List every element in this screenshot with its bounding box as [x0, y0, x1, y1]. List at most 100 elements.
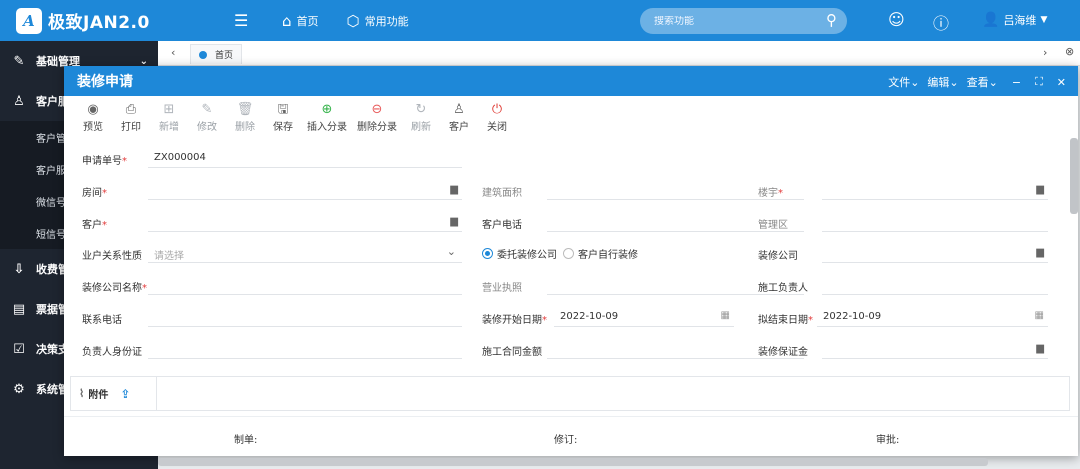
search-box: ⚲	[640, 8, 847, 34]
chevron-right-icon[interactable]: ›	[1043, 46, 1047, 59]
deposit-field[interactable]: ▆	[822, 341, 1048, 359]
modify-button[interactable]: ✎ 修改	[188, 102, 226, 138]
help-icon[interactable]: ⓘ	[933, 10, 949, 34]
tool-label: 插入分录	[307, 122, 347, 133]
dialog-footer: 制单: 修订: 审批:	[64, 416, 1078, 456]
user-icon: 👤	[982, 12, 1000, 28]
download-icon: ⇩	[13, 261, 25, 277]
user-name: 吕海维	[1003, 14, 1037, 27]
folder-icon[interactable]: ▆	[1036, 184, 1044, 195]
eye-icon: ◉	[87, 102, 99, 117]
license-label: 营业执照	[482, 283, 522, 294]
delete-entry-button[interactable]: ⊖ 删除分录	[352, 102, 402, 138]
customer-button[interactable]: ♙ 客户	[440, 102, 478, 138]
vertical-scrollbar[interactable]	[1070, 138, 1078, 214]
app-logo[interactable]: A 极致JAN2.0	[16, 7, 206, 34]
close-icon[interactable]: ✕	[1057, 76, 1066, 89]
end-date-field[interactable]: 2022-10-09 ▦	[817, 309, 1048, 327]
contact-phone-field[interactable]	[148, 309, 462, 327]
chevron-down-icon: ⌄	[139, 55, 148, 67]
customer-phone-label: 客户电话	[482, 220, 522, 231]
manage-area-field[interactable]	[822, 214, 1048, 232]
manage-area-label: 管理区	[758, 220, 788, 231]
close-button[interactable]: ⏻ 关闭	[478, 102, 516, 138]
radio-company[interactable]	[482, 248, 493, 259]
gear-icon: ⚙	[13, 381, 25, 397]
deco-company-field[interactable]: ▆	[822, 245, 1048, 263]
relation-placeholder: 请选择	[154, 251, 184, 262]
nav-home[interactable]: ⌂ 首页	[282, 12, 319, 30]
tool-label: 保存	[273, 122, 293, 133]
label-text: 申请单号	[82, 156, 122, 167]
calendar-icon[interactable]: ▦	[721, 310, 730, 321]
required-marker: *	[142, 283, 147, 294]
deco-company-name-field[interactable]	[148, 277, 462, 295]
folder-icon[interactable]: ▆	[450, 216, 458, 227]
customer-field[interactable]: ▆	[148, 214, 462, 232]
tool-label: 刷新	[411, 122, 431, 133]
menu-view[interactable]: 查看⌄	[967, 74, 998, 90]
menu-edit-label: 编辑	[927, 76, 950, 89]
decoration-application-dialog: 装修申请 文件⌄ 编辑⌄ 查看⌄ − ⛶ ✕ ◉ 预览 ⎙ 打印 ⊞ 新增 ✎ 修改 🗑…	[64, 66, 1078, 456]
save-button[interactable]: 🖫 保存	[264, 102, 302, 138]
start-date-label: 装修开始日期*	[482, 311, 547, 326]
tool-label: 修改	[197, 122, 217, 133]
apply-no-field[interactable]: ZX000004	[148, 150, 462, 168]
tool-label: 删除	[235, 122, 255, 133]
customer-label: 客户*	[82, 216, 107, 231]
menu-file[interactable]: 文件⌄	[888, 74, 919, 90]
required-marker: *	[542, 315, 547, 326]
power-icon: ⏻	[491, 102, 503, 117]
upload-icon[interactable]: ⇪	[120, 387, 130, 401]
user-menu[interactable]: 👤 吕海维 ▼	[982, 12, 1047, 28]
active-dot-icon	[199, 50, 207, 59]
folder-icon[interactable]: ▆	[1036, 247, 1044, 258]
ticket-icon: ▤	[12, 301, 26, 317]
radio-self[interactable]	[563, 248, 574, 259]
required-marker: *	[778, 188, 783, 199]
attachment-label: 附件	[88, 390, 109, 401]
room-field[interactable]: ▆	[148, 182, 462, 200]
add-button[interactable]: ⊞ 新增	[150, 102, 188, 138]
attachment-panel: ⌇ 附件 ⇪	[70, 376, 1070, 411]
skin-theme-icon[interactable]: ☺	[888, 10, 905, 29]
folder-icon[interactable]: ▆	[450, 184, 458, 195]
tab-home[interactable]: 首页	[190, 44, 243, 64]
minimize-icon[interactable]: −	[1012, 76, 1021, 89]
construction-lead-field[interactable]	[822, 277, 1048, 295]
refresh-button[interactable]: ↻ 刷新	[402, 102, 440, 138]
relation-select[interactable]: 请选择 ⌄	[148, 245, 462, 263]
folder-icon[interactable]: ▆	[1036, 343, 1044, 354]
menu-file-label: 文件	[888, 76, 911, 89]
chevron-left-icon[interactable]: ‹	[171, 46, 175, 59]
tool-label: 关闭	[487, 122, 507, 133]
nav-common-functions[interactable]: ⬡ 常用功能	[347, 12, 409, 30]
logo-mark: A	[16, 7, 42, 34]
building-label: 楼宇*	[758, 184, 783, 199]
horizontal-scrollbar[interactable]	[158, 458, 988, 466]
insert-entry-button[interactable]: ⊕ 插入分录	[302, 102, 352, 138]
search-icon[interactable]: ⚲	[826, 11, 837, 29]
end-date-label: 拟结束日期*	[758, 311, 813, 326]
search-input[interactable]	[654, 15, 814, 27]
print-button[interactable]: ⎙ 打印	[112, 102, 150, 138]
label-text: 装修公司名称	[82, 283, 142, 294]
maximize-icon[interactable]: ⛶	[1035, 75, 1043, 89]
person-icon: ♙	[13, 93, 25, 109]
contract-amount-label: 施工合同金额	[482, 347, 542, 358]
calendar-icon[interactable]: ▦	[1035, 310, 1044, 321]
printer-icon: ⎙	[125, 102, 137, 117]
building-field[interactable]: ▆	[822, 182, 1048, 200]
checklist-icon: ☑	[13, 341, 25, 357]
preview-button[interactable]: ◉ 预览	[74, 102, 112, 138]
start-date-field[interactable]: 2022-10-09 ▦	[554, 309, 734, 327]
start-date-value: 2022-10-09	[560, 311, 619, 322]
close-circle-icon[interactable]: ⊗	[1065, 45, 1074, 58]
maker-label: 制单:	[234, 435, 258, 446]
menu-edit[interactable]: 编辑⌄	[927, 74, 958, 90]
required-marker: *	[808, 315, 813, 326]
delete-button[interactable]: 🗑 删除	[226, 102, 264, 138]
lead-id-field[interactable]	[148, 341, 462, 359]
reviser-label: 修订:	[554, 435, 578, 446]
menu-toggle-icon[interactable]: ☰	[234, 11, 254, 30]
